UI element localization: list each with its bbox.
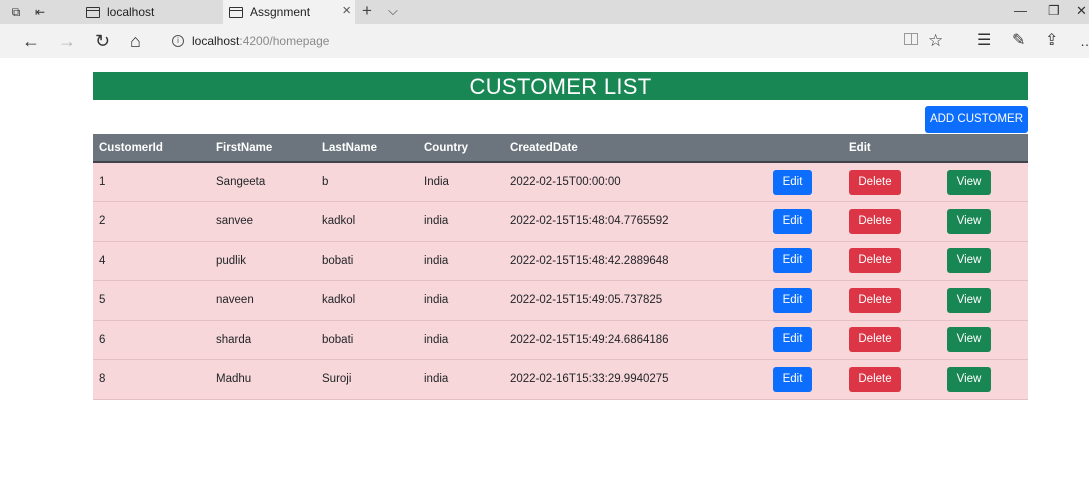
column-header-blank [941,134,1028,163]
cell-lastname: Suroji [322,373,352,386]
column-header-blank [767,134,843,163]
table-row: 8 Madhu Suroji india 2022-02-16T15:33:29… [93,359,1028,399]
pen-icon[interactable]: ✎ [1012,31,1025,51]
delete-button[interactable]: Delete [849,208,901,234]
tab-label: localhost [107,5,155,19]
cell-lastname: kadkol [322,215,356,228]
table-row: 5 naveen kadkol india 2022-02-15T15:49:0… [93,280,1028,320]
delete-button[interactable]: Delete [849,366,901,392]
tab-localhost[interactable]: localhost [80,0,222,24]
cell-firstname: pudlik [216,254,247,267]
refresh-icon[interactable]: ↻ [95,31,110,51]
cell-firstname: naveen [216,294,254,307]
cell-country: india [424,254,449,267]
browser-toolbar: ← → ↻ ⌂ i localhost :4200/homepage ☆ ☰ ✎… [0,24,1089,58]
column-header-country: Country [418,134,504,163]
minimize-icon[interactable]: — [1014,3,1027,18]
cell-country: india [424,215,449,228]
delete-button[interactable]: Delete [849,327,901,353]
customer-table: CustomerId FirstName LastName Country Cr… [93,134,1028,400]
share-icon[interactable]: ⇪ [1045,31,1058,51]
favorites-list-icon[interactable]: ☰ [977,31,991,51]
cell-createddate: 2022-02-15T15:48:04.7765592 [510,215,669,228]
page-tab-icon [86,6,100,18]
cell-firstname: Sangeeta [216,176,266,188]
view-button[interactable]: View [947,208,991,234]
table-row: 1 Sangeeta b India 2022-02-15T00:00:00 E… [93,162,1028,202]
more-icon[interactable]: … [1080,31,1089,51]
cell-firstname: sanvee [216,215,254,228]
cell-customerid: 4 [99,254,106,267]
cell-customerid: 2 [99,215,106,228]
cell-lastname: kadkol [322,294,356,307]
column-header-createddate: CreatedDate [504,134,767,163]
edit-button[interactable]: Edit [773,208,812,234]
cell-customerid: 5 [99,294,106,307]
cell-lastname: b [322,176,329,188]
view-button[interactable]: View [947,169,991,195]
set-aside-tabs-icon[interactable]: ⇤ [32,4,48,20]
home-icon[interactable]: ⌂ [130,31,141,51]
view-button[interactable]: View [947,287,991,313]
edit-button[interactable]: Edit [773,327,812,353]
column-header-firstname: FirstName [210,134,316,163]
delete-button[interactable]: Delete [849,169,901,195]
edit-button[interactable]: Edit [773,287,812,313]
tab-label: Assgnment [250,5,311,19]
info-icon[interactable]: i [172,35,184,47]
new-tab-icon[interactable]: + [362,1,372,21]
delete-button[interactable]: Delete [849,287,901,313]
url-path: :4200/homepage [239,34,330,48]
cell-country: India [424,176,449,188]
view-button[interactable]: View [947,248,991,274]
table-row: 6 sharda bobati india 2022-02-15T15:49:2… [93,320,1028,360]
column-header-edit: Edit [843,134,941,163]
favorite-star-icon[interactable]: ☆ [928,31,943,51]
reading-view-icon[interactable] [904,33,918,45]
cell-createddate: 2022-02-16T15:33:29.9940275 [510,373,669,386]
cell-country: india [424,294,449,307]
close-icon[interactable]: × [342,2,351,19]
view-button[interactable]: View [947,366,991,392]
edit-button[interactable]: Edit [773,248,812,274]
table-row: 2 sanvee kadkol india 2022-02-15T15:48:0… [93,201,1028,241]
forward-icon[interactable]: → [58,31,76,51]
cell-lastname: bobati [322,254,354,267]
cell-firstname: sharda [216,333,252,346]
view-button[interactable]: View [947,327,991,353]
chevron-down-icon[interactable]: ⌵ [388,3,398,19]
column-header-customerid: CustomerId [93,134,210,163]
address-bar[interactable]: i localhost :4200/homepage [164,29,924,53]
tab-actions-icon[interactable]: ⧉ [8,4,24,20]
table-header-row: CustomerId FirstName LastName Country Cr… [93,134,1028,163]
cell-customerid: 1 [99,176,106,188]
cell-firstname: Madhu [216,373,252,386]
url-host: localhost [192,34,240,48]
page-tab-icon [229,6,243,18]
tab-assgnment[interactable]: Assgnment × [223,0,355,24]
close-window-icon[interactable]: ✕ [1076,3,1087,19]
browser-tab-strip: ⧉ ⇤ localhost Assgnment × + ⌵ — ❐ ✕ [0,0,1089,24]
cell-createddate: 2022-02-15T15:48:42.2889648 [510,254,669,267]
add-customer-button[interactable]: ADD CUSTOMER [925,106,1028,133]
cell-country: india [424,373,449,386]
cell-customerid: 6 [99,333,106,346]
delete-button[interactable]: Delete [849,248,901,274]
cell-createddate: 2022-02-15T15:49:24.6864186 [510,333,669,346]
cell-createddate: 2022-02-15T00:00:00 [510,176,621,188]
table-row: 4 pudlik bobati india 2022-02-15T15:48:4… [93,241,1028,281]
cell-customerid: 8 [99,373,106,386]
cell-country: india [424,333,449,346]
restore-icon[interactable]: ❐ [1048,3,1060,19]
cell-lastname: bobati [322,333,354,346]
edit-button[interactable]: Edit [773,366,812,392]
page-title: CUSTOMER LIST [93,72,1028,100]
column-header-lastname: LastName [316,134,418,163]
cell-createddate: 2022-02-15T15:49:05.737825 [510,294,663,307]
edit-button[interactable]: Edit [773,169,812,195]
back-icon[interactable]: ← [22,31,40,51]
